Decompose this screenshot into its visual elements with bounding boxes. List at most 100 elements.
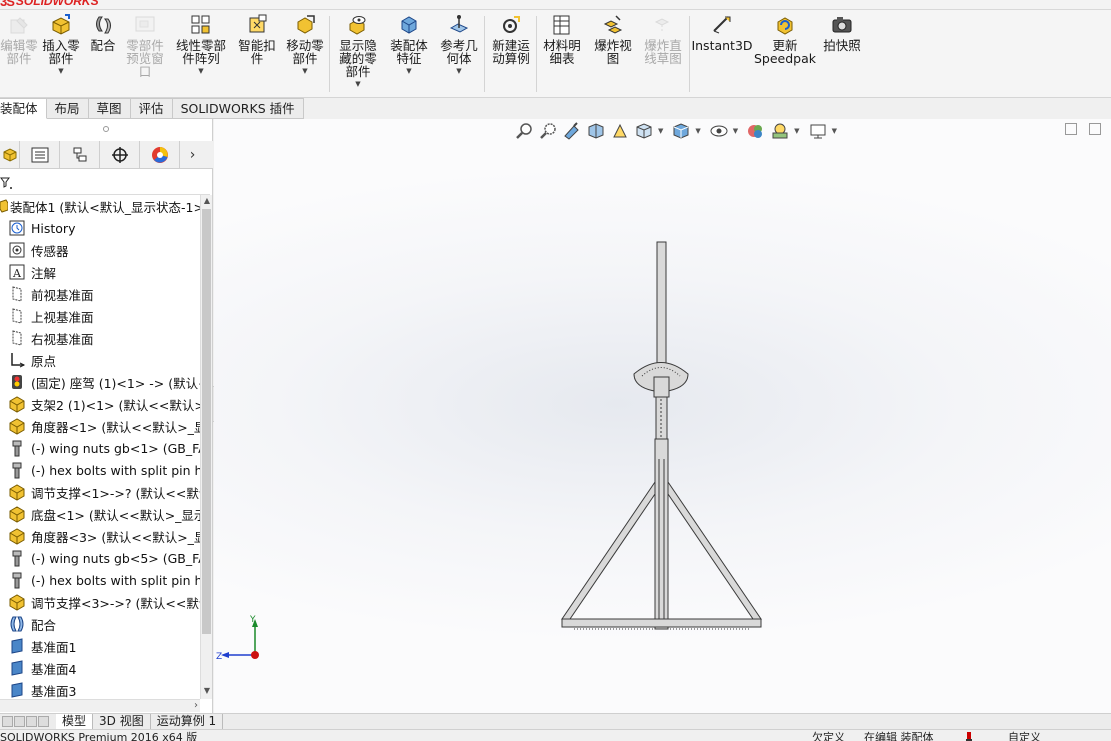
tree-item-label: 调节支撑<1>->? (默认<<默认 — [31, 485, 200, 501]
tree-item[interactable]: 配合 — [0, 613, 200, 635]
dropdown-arrow-icon[interactable]: ▼ — [58, 67, 63, 75]
triad-y-label: Y — [249, 615, 256, 625]
scroll-down-icon[interactable]: ▼ — [201, 686, 213, 698]
tree-item[interactable]: 上视基准面 — [0, 305, 200, 327]
tree-filter[interactable] — [0, 171, 210, 195]
bottom-tab-1[interactable]: 3D 视图 — [93, 714, 151, 729]
sensors-icon — [8, 241, 26, 259]
update-speedpak-button[interactable]: 更新 Speedpak — [754, 12, 816, 96]
tab-property-manager[interactable] — [20, 141, 60, 169]
tree-item-label: History — [31, 220, 76, 236]
tree-item[interactable]: (-) hex bolts with split pin ho — [0, 569, 200, 591]
linear-pattern-button[interactable]: 线性零部 件阵列 ▼ — [170, 12, 232, 96]
new-motion-study-button[interactable]: 新建运 动算例 — [487, 12, 535, 96]
plane-icon — [8, 307, 26, 325]
tree-item[interactable]: 基准面3 — [0, 679, 200, 699]
tree-item-label: 调节支撑<3>->? (默认<<默认 — [31, 595, 200, 611]
model-left-leg[interactable] — [561, 480, 656, 620]
tree-item[interactable]: (-) hex bolts with split pin ho — [0, 459, 200, 481]
part-icon — [8, 395, 26, 413]
show-hidden-button[interactable]: 显示隐 藏的零 部件 ▼ — [334, 12, 382, 96]
tab-1[interactable]: 布局 — [46, 98, 89, 119]
tree-item[interactable]: 支架2 (1)<1> (默认<<默认>_显 — [0, 393, 200, 415]
move-component-button[interactable]: 移动零 部件 ▼ — [282, 12, 328, 96]
part-icon — [8, 505, 26, 523]
tree-horizontal-scrollbar[interactable]: › — [0, 699, 200, 712]
tab-0[interactable]: 装配体 — [0, 98, 47, 119]
ribbon-button-label: Instant3D — [691, 38, 753, 53]
tab-3[interactable]: 评估 — [130, 98, 173, 119]
tree-item[interactable]: 前视基准面 — [0, 283, 200, 305]
reference-geometry-button[interactable]: 参考几 何体 ▼ — [436, 12, 482, 96]
tree-item-label: (固定) 座驾 (1)<1> -> (默认< — [31, 375, 200, 391]
take-snapshot-button[interactable]: 拍快照 — [818, 12, 866, 96]
model-column[interactable] — [654, 438, 669, 630]
dropdown-arrow-icon[interactable]: ▼ — [302, 67, 307, 75]
tree-item[interactable]: (-) wing nuts gb<5> (GB_FAS — [0, 547, 200, 569]
dropdown-arrow-icon[interactable]: ▼ — [198, 67, 203, 75]
tree-item[interactable]: 调节支撑<3>->? (默认<<默认 — [0, 591, 200, 613]
explode-line-sketch-button[interactable]: 爆炸直 线草图 — [640, 12, 686, 96]
bill-of-materials-icon — [551, 14, 573, 36]
tree-item[interactable]: 基准面4 — [0, 657, 200, 679]
assembly-model-view[interactable] — [214, 119, 1111, 713]
tree-item[interactable]: 右视基准面 — [0, 327, 200, 349]
tree-item[interactable]: 角度器<1> (默认<<默认>_显示 — [0, 415, 200, 437]
tab-configuration-manager[interactable] — [60, 141, 100, 169]
bottom-tabs: 模型 3D 视图 运动算例 1 — [0, 713, 1111, 729]
ribbon-button-label: 显示隐 藏的零 部件 — [339, 38, 377, 79]
tree-item[interactable]: 基准面1 — [0, 635, 200, 657]
panel-tabs-more-icon[interactable]: › — [180, 141, 205, 168]
tree-root-assembly[interactable]: 装配体1 (默认<默认_显示状态-1>) — [0, 195, 200, 217]
tab-display-manager[interactable] — [140, 141, 180, 169]
bill-of-materials-button[interactable]: 材料明 细表 — [539, 12, 585, 96]
tab-2[interactable]: 草图 — [88, 98, 131, 119]
scroll-right-icon[interactable]: › — [194, 700, 198, 711]
mate-button[interactable]: 配合 — [86, 12, 120, 96]
triad-origin — [251, 651, 259, 659]
edit-component-button[interactable]: 编辑零 部件 — [0, 12, 38, 96]
plane-icon — [8, 285, 26, 303]
dropdown-arrow-icon[interactable]: ▼ — [406, 67, 411, 75]
scroll-thumb[interactable] — [202, 209, 211, 634]
part-icon — [8, 527, 26, 545]
graphics-area[interactable]: ▼ ▼ ▼ ▼ ▼ Y Z — [214, 119, 1111, 713]
scroll-up-icon[interactable]: ▲ — [201, 196, 213, 208]
tree-item[interactable]: 原点 — [0, 349, 200, 371]
status-rebuild-icon[interactable] — [965, 731, 973, 741]
datum-plane-icon — [8, 681, 26, 699]
status-custom[interactable]: 自定义 — [1008, 731, 1041, 741]
tree-item[interactable]: 传感器 — [0, 239, 200, 261]
tree-item[interactable]: 角度器<3> (默认<<默认>_显示 — [0, 525, 200, 547]
assembly-features-button[interactable]: 装配体 特征 ▼ — [386, 12, 432, 96]
tab-dimxpert-manager[interactable] — [100, 141, 140, 169]
instant3d-button[interactable]: Instant3D — [691, 12, 753, 96]
insert-component-button[interactable]: 插入零 部件 ▼ — [38, 12, 84, 96]
tree-vertical-scrollbar[interactable]: ▲ ▼ — [200, 195, 212, 699]
tree-item-label: 角度器<3> (默认<<默认>_显示 — [31, 529, 200, 545]
bottom-tab-0[interactable]: 模型 — [56, 714, 94, 729]
tree-item[interactable]: A 注解 — [0, 261, 200, 283]
dropdown-arrow-icon[interactable]: ▼ — [355, 80, 360, 88]
tree-item[interactable]: 底盘<1> (默认<<默认>_显示状 — [0, 503, 200, 525]
component-preview-button[interactable]: 零部件 预览窗 口 — [122, 12, 168, 96]
filter-icon — [0, 177, 12, 189]
tab-feature-manager[interactable] — [0, 141, 20, 169]
panel-grip[interactable] — [0, 119, 212, 139]
tree-item[interactable]: History — [0, 217, 200, 239]
tree-item[interactable]: (固定) 座驾 (1)<1> -> (默认< — [0, 371, 200, 393]
bottom-tab-2[interactable]: 运动算例 1 — [151, 714, 224, 729]
tab-scroll-arrows[interactable] — [0, 714, 50, 729]
tree-item[interactable]: (-) wing nuts gb<1> (GB_FAS — [0, 437, 200, 459]
dropdown-arrow-icon[interactable]: ▼ — [456, 67, 461, 75]
tab-4[interactable]: SOLIDWORKS 插件 — [172, 98, 304, 119]
model-mast[interactable] — [656, 241, 667, 365]
tree-item[interactable]: 调节支撑<1>->? (默认<<默认 — [0, 481, 200, 503]
tree-item-label: 上视基准面 — [31, 309, 94, 325]
exploded-view-button[interactable]: 爆炸视 图 — [590, 12, 636, 96]
model-base[interactable] — [561, 618, 762, 628]
model-right-leg[interactable] — [667, 480, 762, 620]
ribbon-separator — [484, 16, 485, 92]
ribbon-button-label: 配合 — [90, 38, 116, 53]
smart-fasteners-button[interactable]: 智能扣 件 — [234, 12, 280, 96]
